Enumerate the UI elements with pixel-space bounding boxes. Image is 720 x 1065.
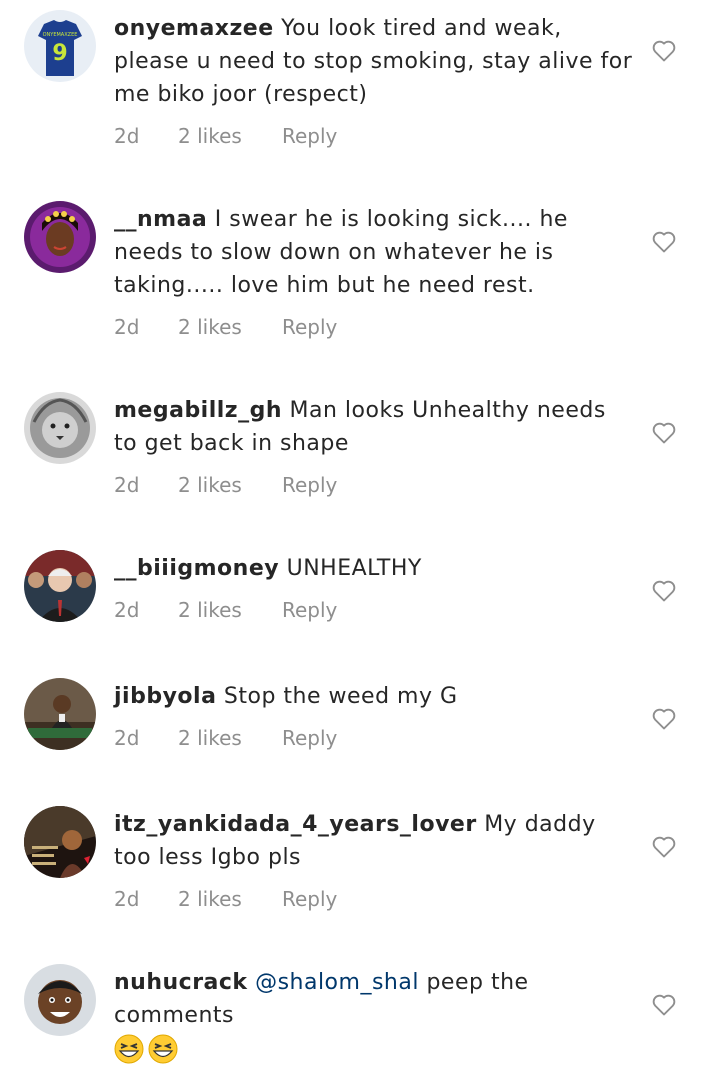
reply-button[interactable]: Reply — [282, 598, 337, 622]
reply-button[interactable]: Reply — [282, 473, 337, 497]
comment-username[interactable]: jibbyola — [114, 684, 216, 709]
heart-outline-icon[interactable] — [650, 990, 678, 1018]
comment-username[interactable]: __nmaa — [114, 207, 207, 232]
heart-outline-icon[interactable] — [650, 418, 678, 446]
comment-text: onyemaxzee You look tired and weak, plea… — [114, 12, 634, 111]
comment-meta: 2d 2 likes Reply — [114, 598, 337, 622]
comment-time: 2d — [114, 887, 140, 911]
comment-username[interactable]: megabillz_gh — [114, 398, 282, 423]
comment-likes[interactable]: 2 likes — [178, 598, 282, 622]
comment-likes[interactable]: 2 likes — [178, 315, 282, 339]
comment-meta: 2d 2 likes Reply — [114, 726, 337, 750]
jersey-9-avatar-icon: ONYEMAXZEE 9 — [24, 10, 96, 82]
comment-meta: 2d 2 likes Reply — [114, 887, 337, 911]
heart-outline-icon[interactable] — [650, 704, 678, 732]
comment-likes[interactable]: 2 likes — [178, 887, 282, 911]
reply-button[interactable]: Reply — [282, 124, 337, 148]
comment-body: Stop the weed my G — [223, 684, 458, 709]
comment-username[interactable]: itz_yankidada_4_years_lover — [114, 812, 477, 837]
lion-avatar-icon — [24, 392, 96, 464]
comment-username[interactable]: __biiigmoney — [114, 556, 279, 581]
mention-link[interactable]: @shalom_shal — [255, 970, 419, 995]
comment-time: 2d — [114, 598, 140, 622]
reply-button[interactable]: Reply — [282, 726, 337, 750]
comment-text: itz_yankidada_4_years_lover My daddy too… — [114, 808, 634, 874]
avatar[interactable] — [24, 550, 96, 622]
comment-meta: 2d 2 likes Reply — [114, 315, 337, 339]
comment-text: megabillz_gh Man looks Unhealthy needs t… — [114, 394, 634, 460]
avatar[interactable]: ONYEMAXZEE 9 — [24, 10, 96, 82]
comment-body: UNHEALTHY — [286, 556, 422, 581]
comment-time: 2d — [114, 124, 140, 148]
heart-outline-icon[interactable] — [650, 576, 678, 604]
heart-outline-icon[interactable] — [650, 832, 678, 860]
poster-avatar-icon — [24, 806, 96, 878]
comment-likes[interactable]: 2 likes — [178, 473, 282, 497]
comment-likes[interactable]: 2 likes — [178, 726, 282, 750]
comment-time: 2d — [114, 473, 140, 497]
comment-meta: 2d 2 likes Reply — [114, 124, 337, 148]
comment-text: __biiigmoney UNHEALTHY — [114, 552, 634, 585]
heart-outline-icon[interactable] — [650, 36, 678, 64]
avatar[interactable] — [24, 392, 96, 464]
comment-likes[interactable]: 2 likes — [178, 124, 282, 148]
comment-meta: 2d 2 likes Reply — [114, 473, 337, 497]
avatar[interactable] — [24, 964, 96, 1036]
avatar[interactable] — [24, 806, 96, 878]
svg-text:ONYEMAXZEE: ONYEMAXZEE — [43, 32, 78, 38]
comment-username[interactable]: onyemaxzee — [114, 16, 274, 41]
svg-text:9: 9 — [52, 41, 67, 66]
heart-outline-icon[interactable] — [650, 227, 678, 255]
avatar[interactable] — [24, 201, 96, 273]
comment-time: 2d — [114, 726, 140, 750]
grinning-squint-face-emoji — [114, 1034, 144, 1064]
avatar[interactable] — [24, 678, 96, 750]
woman-portrait-avatar-icon — [24, 201, 96, 273]
reply-button[interactable]: Reply — [282, 887, 337, 911]
comment-text: __nmaa I swear he is looking sick.... he… — [114, 203, 634, 302]
smiling-boy-avatar-icon — [24, 964, 96, 1036]
grinning-squint-face-emoji — [148, 1034, 178, 1064]
comment-text: nuhucrack @shalom_shal peep the comments — [114, 966, 634, 1065]
comment-username[interactable]: nuhucrack — [114, 970, 248, 995]
child-at-desk-avatar-icon — [24, 678, 96, 750]
comment-time: 2d — [114, 315, 140, 339]
reply-button[interactable]: Reply — [282, 315, 337, 339]
man-in-crowd-avatar-icon — [24, 550, 96, 622]
comment-text: jibbyola Stop the weed my G — [114, 680, 634, 713]
